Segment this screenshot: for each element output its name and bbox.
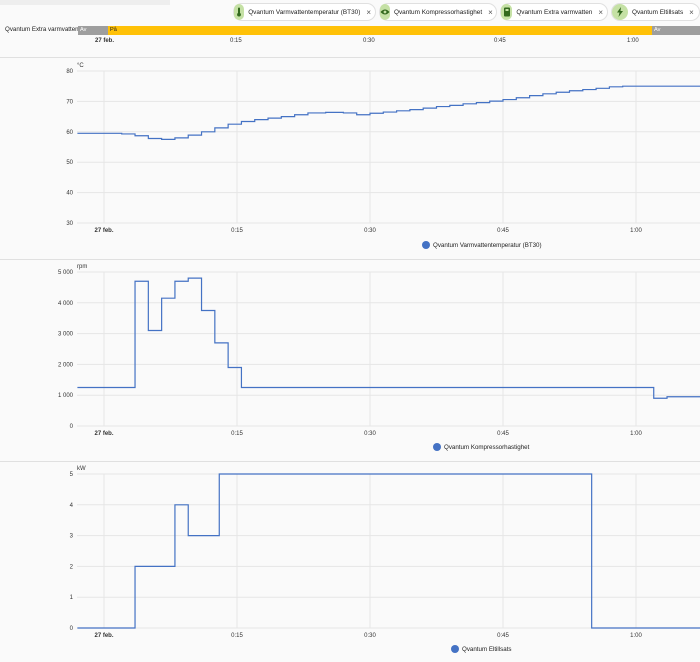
chip-label: Qvantum Extra varmvatten	[516, 8, 593, 16]
timeline-label: Qvantum Extra varmvatten	[5, 26, 79, 33]
legend-label: Qvantum Eltillsats	[462, 645, 512, 653]
chip-eltillsats[interactable]: Qvantum Eltillsats ×	[611, 3, 700, 21]
y-tick-label: 60	[66, 130, 73, 136]
y-tick-label: 2 000	[58, 362, 74, 368]
chip-label: Qvantum Kompressorhastighet	[394, 8, 483, 16]
legend-varmvattentemperatur[interactable]: Qvantum Varmvattentemperatur (BT30)	[422, 241, 542, 249]
y-tick-label: 2	[70, 564, 74, 570]
timeline-segment-av-end[interactable]: Av	[652, 26, 700, 35]
chart-varmvattentemperatur: 80 70 60 50 40 30 27 feb. 0:15 0:30 0:45 1:00 °C	[66, 63, 700, 234]
x-tick-label: 0:30	[364, 228, 376, 234]
y-tick-label: 5 000	[58, 270, 74, 276]
legend-dot	[451, 645, 459, 653]
timeline-segment-av[interactable]: Av	[78, 26, 108, 35]
chip-kompressorhastighet[interactable]: Qvantum Kompressorhastighet ×	[379, 3, 497, 21]
x-tick-label: 0:15	[230, 38, 242, 44]
y-tick-label: 80	[66, 69, 73, 75]
x-tick-label: 1:00	[630, 431, 642, 437]
water-heater-icon	[501, 4, 513, 20]
lightning-icon	[612, 4, 628, 20]
y-tick-label: 50	[66, 160, 73, 166]
y-tick-label: 4	[70, 503, 74, 509]
thermometer-icon	[234, 4, 245, 20]
x-tick-label: 0:45	[497, 228, 509, 234]
close-icon[interactable]: ×	[598, 8, 603, 17]
chip-label: Qvantum Eltillsats	[632, 8, 684, 16]
x-tick-label: 27 feb.	[95, 38, 115, 44]
y-axis-unit: kW	[77, 466, 86, 472]
top-bar: Qvantum Varmvattentemperatur (BT30) × Qv…	[0, 0, 700, 22]
series-line	[77, 277, 700, 399]
y-tick-label: 5	[70, 472, 74, 478]
x-tick-label: 0:30	[364, 633, 376, 639]
x-tick-label: 27 feb.	[94, 228, 113, 234]
close-icon[interactable]: ×	[366, 8, 371, 17]
y-axis-unit: rpm	[77, 264, 87, 270]
y-tick-label: 40	[66, 191, 73, 197]
x-tick-label: 0:30	[363, 38, 375, 44]
chip-varmvattentemperatur[interactable]: Qvantum Varmvattentemperatur (BT30) ×	[233, 3, 376, 21]
legend-dot	[422, 241, 430, 249]
y-tick-label: 0	[70, 626, 74, 632]
legend-dot	[433, 443, 441, 451]
y-axis-unit: °C	[77, 63, 84, 69]
x-tick-label: 27 feb.	[94, 431, 113, 437]
x-tick-label: 0:15	[231, 633, 243, 639]
y-tick-label: 1	[70, 595, 74, 601]
x-tick-label: 27 feb.	[94, 633, 113, 639]
x-tick-label: 1:00	[630, 633, 642, 639]
timeline-extra-varmvatten: Qvantum Extra varmvatten Av På Av 27 feb…	[0, 24, 700, 46]
chart-eltillsats: 5 4 3 2 1 0 27 feb. 0:15 0:30 0:45 1:00 kW	[70, 466, 700, 639]
series-line	[77, 473, 700, 629]
top-shadow	[0, 0, 170, 5]
close-icon[interactable]: ×	[689, 8, 694, 17]
chip-label: Qvantum Varmvattentemperatur (BT30)	[248, 8, 361, 16]
legend-eltillsats[interactable]: Qvantum Eltillsats	[451, 645, 512, 653]
chip-extra-varmvatten[interactable]: Qvantum Extra varmvatten ×	[500, 3, 608, 21]
eye-icon	[380, 4, 390, 20]
x-tick-label: 0:15	[231, 228, 243, 234]
x-tick-label: 0:30	[364, 431, 376, 437]
x-tick-label: 0:45	[497, 431, 509, 437]
timeline-segment-pa[interactable]: På	[108, 26, 652, 35]
x-tick-label: 0:45	[497, 633, 509, 639]
y-tick-label: 4 000	[58, 301, 74, 307]
x-tick-label: 1:00	[630, 228, 642, 234]
legend-kompressorhastighet[interactable]: Qvantum Kompressorhastighet	[433, 443, 529, 451]
y-tick-label: 30	[66, 221, 73, 227]
y-tick-label: 3 000	[58, 332, 74, 338]
x-tick-label: 0:15	[231, 431, 243, 437]
y-tick-label: 3	[70, 534, 74, 540]
close-icon[interactable]: ×	[488, 8, 493, 17]
legend-label: Qvantum Kompressorhastighet	[444, 443, 530, 451]
x-tick-label: 0:45	[494, 38, 506, 44]
y-tick-label: 70	[66, 99, 73, 105]
y-tick-label: 1 000	[58, 393, 74, 399]
x-tick-label: 1:00	[627, 38, 639, 44]
chart-kompressorhastighet: 5 000 4 000 3 000 2 000 1 000 0 27 feb. 0:15 0:3…	[58, 264, 700, 437]
y-tick-label: 0	[70, 424, 74, 430]
legend-label: Qvantum Varmvattentemperatur (BT30)	[433, 241, 542, 249]
